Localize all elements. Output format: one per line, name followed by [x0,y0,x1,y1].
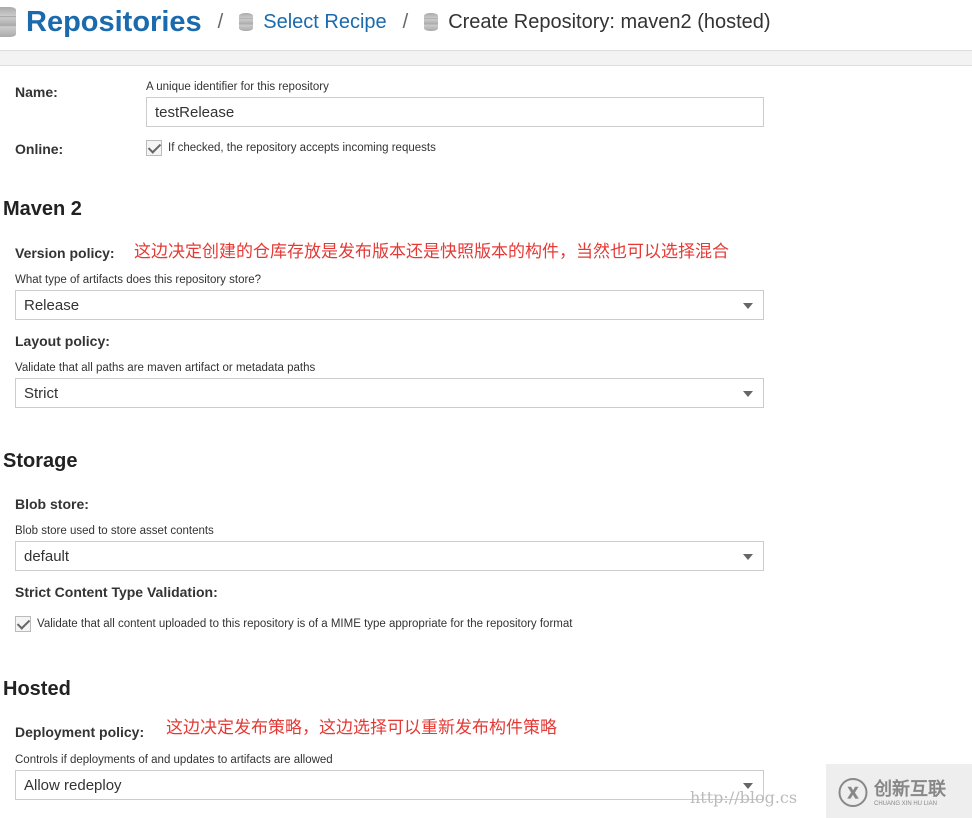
layout-policy-value: Strict [24,385,59,402]
breadcrumb-separator: / [402,10,409,33]
breadcrumb-current: Create Repository: maven2 (hosted) [448,10,771,33]
breadcrumb-repositories[interactable]: Repositories [26,6,202,39]
chevron-down-icon [743,303,753,309]
layout-policy-select[interactable]: Strict [15,378,764,408]
online-label: Online: [15,141,64,157]
watermark-logo: ⓧ 创新互联 CHUANG XIN HU LIAN [826,764,972,818]
deployment-policy-value: Allow redeploy [24,777,122,794]
layout-policy-help: Validate that all paths are maven artifa… [15,362,316,374]
version-policy-help: What type of artifacts does this reposit… [15,274,262,286]
database-icon [0,7,16,37]
name-help: A unique identifier for this repository [146,81,329,93]
strict-validation-help: Validate that all content uploaded to th… [37,618,573,631]
logo-subtext: CHUANG XIN HU LIAN [874,801,938,807]
toolbar-strip [0,50,972,66]
hosted-heading: Hosted [3,678,71,700]
deployment-policy-note: 这边决定发布策略，这边选择可以重新发布构件策略 [166,718,557,737]
strict-validation-checkbox[interactable] [15,616,31,632]
strict-validation-label: Strict Content Type Validation: [15,584,218,600]
layout-policy-label: Layout policy: [15,333,110,349]
breadcrumb: Repositories / Select Recipe / Create Re… [0,0,771,44]
blob-store-value: default [24,548,70,565]
blob-store-help: Blob store used to store asset contents [15,525,214,537]
deployment-policy-select[interactable]: Allow redeploy [15,770,764,800]
blob-store-select[interactable]: default [15,541,764,571]
version-policy-value: Release [24,297,80,314]
chevron-down-icon [743,554,753,560]
online-checkbox[interactable] [146,140,162,156]
blob-store-label: Blob store: [15,496,89,512]
name-label: Name: [15,84,58,100]
maven-heading: Maven 2 [3,198,82,220]
breadcrumb-separator: / [217,10,224,33]
watermark-url: http://blog.cs [690,788,798,807]
storage-heading: Storage [3,450,78,472]
version-policy-label: Version policy: [15,245,115,261]
chevron-down-icon [743,391,753,397]
name-input[interactable]: testRelease [146,97,764,127]
version-policy-select[interactable]: Release [15,290,764,320]
breadcrumb-select-recipe[interactable]: Select Recipe [263,11,386,34]
logo-text: 创新互联 [874,779,946,799]
online-help: If checked, the repository accepts incom… [168,142,436,155]
version-policy-note: 这边决定创建的仓库存放是发布版本还是快照版本的构件，当然也可以选择混合 [134,242,729,261]
logo-icon: ⓧ [838,778,868,811]
database-icon [424,13,439,31]
deployment-policy-help: Controls if deployments of and updates t… [15,754,333,766]
deployment-policy-label: Deployment policy: [15,724,145,740]
database-icon [239,13,254,31]
